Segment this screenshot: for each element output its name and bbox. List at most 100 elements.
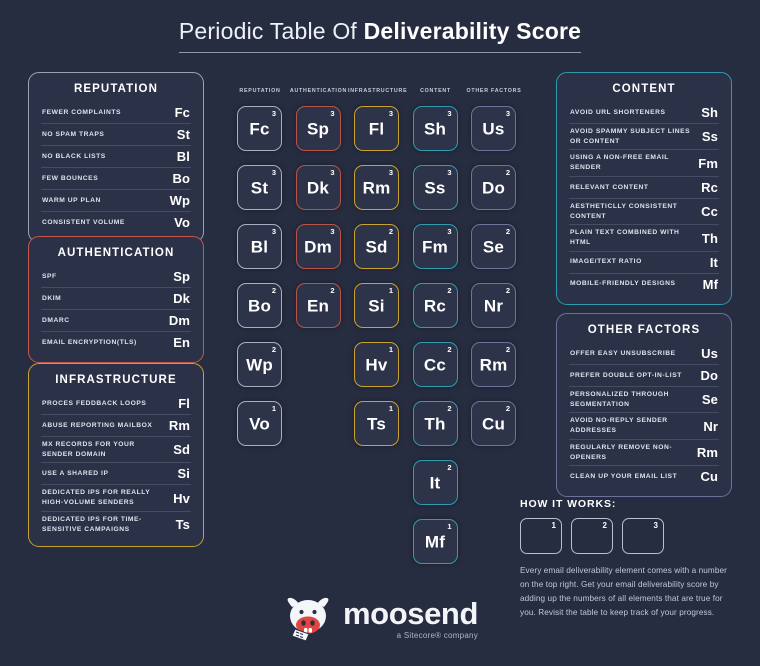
how-it-works-box-number: 1 (551, 521, 556, 530)
element-symbol: Sh (423, 118, 447, 138)
element-tile-sh[interactable]: 3 Sh (412, 106, 458, 151)
how-it-works-boxes: 1 2 3 (520, 518, 738, 554)
element-tile-us[interactable]: 3 Us (471, 106, 516, 151)
element-score: 2 (505, 286, 510, 295)
element-tile-se[interactable]: 2 Se (471, 224, 516, 269)
element-tile-ts[interactable]: 1 Ts (354, 401, 399, 446)
panel-row-symbol: Hv (173, 490, 190, 506)
element-tile-fc[interactable]: 3 Fc (237, 106, 282, 151)
element-symbol: Vo (249, 413, 270, 433)
element-symbol: Cu (481, 413, 506, 433)
panel-row-symbol: Wp (169, 193, 190, 208)
how-it-works-box-number: 3 (653, 521, 658, 530)
element-symbol: Se (482, 236, 505, 256)
panel-row: FEWER COMPLAINTS Fc (41, 102, 191, 123)
element-symbol: It (429, 472, 441, 492)
page-title-emphasis: Deliverability Score (363, 18, 582, 44)
element-symbol: Fc (249, 118, 270, 138)
element-symbol: Dm (304, 236, 332, 256)
element-tile-sp[interactable]: 3 Sp (295, 106, 341, 151)
element-tile-cc[interactable]: 2 Cc (412, 342, 458, 387)
logo-wordmark: moosend (343, 596, 478, 631)
column-header-oth: OTHER FACTORS (466, 88, 522, 94)
panel-row-label: DKIM (42, 294, 62, 302)
element-score: 1 (447, 522, 452, 531)
element-symbol: Bl (250, 236, 269, 256)
panel-row-label: DEDICATED IPS FOR REALLY HIGH-VOLUME SEN… (42, 489, 151, 507)
element-score: 3 (271, 168, 276, 177)
column-header-rep: REPUTATION (239, 88, 281, 94)
panel-row-label: MOBILE-FRIENDLY DESIGNS (570, 280, 676, 288)
element-tile-rc[interactable]: 2 Rc (412, 283, 458, 328)
panel-reputation-title: REPUTATION (73, 83, 159, 95)
panel-row-symbol: Rm (696, 445, 718, 461)
panel-row-symbol: En (173, 335, 190, 350)
element-tile-dm[interactable]: 3 Dm (295, 224, 341, 269)
element-symbol: Do (481, 177, 506, 197)
panel-row: FEW BOUNCES Bo (41, 167, 191, 189)
element-score: 2 (447, 286, 452, 295)
panel-row-symbol: Sh (701, 105, 718, 120)
element-tile-si[interactable]: 1 Si (354, 283, 399, 328)
element-tile-rm[interactable]: 2 Rm (471, 342, 516, 387)
column-header-auth: AUTHENTICATION (289, 88, 348, 94)
panel-row-symbol: Bo (172, 171, 190, 186)
element-tile-hv[interactable]: 1 Hv (354, 342, 399, 387)
element-tile-bo[interactable]: 2 Bo (237, 283, 282, 328)
element-tile-sd[interactable]: 2 Sd (354, 224, 399, 269)
panel-row-label: AVOID SPAMMY SUBJECT LINES OR CONTENT (570, 128, 691, 145)
element-symbol: Wp (246, 354, 273, 374)
panel-row-symbol: Fl (178, 396, 190, 411)
element-tile-vo[interactable]: 1 Vo (237, 401, 282, 446)
element-score: 1 (388, 286, 393, 295)
how-it-works-title: HOW IT WORKS: (520, 498, 617, 510)
element-tile-st[interactable]: 3 St (237, 165, 282, 210)
element-score: 1 (271, 404, 276, 413)
column-header-con: CONTENT (420, 88, 451, 94)
panel-reputation-rows: FEWER COMPLAINTS Fc NO SPAM TRAPS St NO BLAC… (41, 102, 191, 233)
panel-row: SPF Sp (41, 266, 191, 287)
element-score: 2 (330, 286, 335, 295)
panel-row-symbol: Do (700, 368, 718, 383)
panel-infrastructure: INFRASTRUCTURE PROCES FEDDBACK LOOPS Fl AB… (28, 363, 204, 548)
element-tile-cu[interactable]: 2 Cu (471, 401, 516, 446)
element-tile-en[interactable]: 2 En (295, 283, 341, 328)
panel-row: AVOID NO-REPLY SENDER ADDRESSES Nr (569, 412, 719, 438)
panel-row-symbol: Vo (174, 215, 190, 230)
panel-reputation: REPUTATION FEWER COMPLAINTS Fc NO SPAM TRA… (28, 72, 204, 243)
panel-row-symbol: It (709, 254, 718, 270)
element-score: 3 (271, 227, 276, 236)
element-symbol: Mf (424, 531, 446, 551)
element-score: 3 (388, 109, 393, 118)
element-tile-it[interactable]: 2 It (412, 460, 458, 505)
panel-row-label: FEW BOUNCES (42, 174, 99, 182)
panel-row-label: FEWER COMPLAINTS (42, 108, 122, 116)
element-tile-th[interactable]: 2 Th (412, 401, 458, 446)
element-tile-nr[interactable]: 2 Nr (471, 283, 516, 328)
element-tile-rm[interactable]: 3 Rm (354, 165, 399, 210)
element-tile-dk[interactable]: 3 Dk (295, 165, 341, 210)
element-score: 3 (505, 109, 510, 118)
element-tile-bl[interactable]: 3 Bl (237, 224, 282, 269)
element-score: 2 (271, 286, 276, 295)
panel-row-symbol: Si (177, 466, 190, 482)
panel-row-label: OFFER EASY UNSUBSCRIBE (570, 349, 676, 357)
element-tile-fm[interactable]: 3 Fm (412, 224, 458, 269)
panel-row: EMAIL ENCRYPTION(TLS) En (41, 331, 191, 353)
panel-row: MOBILE-FRIENDLY DESIGNS Mf (569, 272, 719, 295)
element-score: 3 (388, 168, 393, 177)
panel-other-factors-title: OTHER FACTORS (587, 324, 701, 336)
panel-row: RELEVANT CONTENT Rc (569, 175, 719, 198)
element-tile-fl[interactable]: 3 Fl (354, 106, 399, 151)
element-tile-do[interactable]: 2 Do (471, 165, 516, 210)
panel-row: WARM UP PLAN Wp (41, 189, 191, 211)
panel-row-symbol: Nr (703, 418, 718, 434)
element-tile-mf[interactable]: 1 Mf (412, 519, 458, 564)
element-tile-wp[interactable]: 2 Wp (237, 342, 282, 387)
panel-row: REGULARLY REMOVE NON-OPENERS Rm (569, 438, 719, 465)
panel-row-label: SPF (42, 272, 57, 280)
panel-row-label: PLAIN TEXT COMBINED WITH HTML (570, 229, 680, 247)
element-tile-ss[interactable]: 3 Ss (412, 165, 458, 210)
panel-row-label: PERSONALIZED THROUGH SEGMENTATION (570, 391, 670, 408)
element-score: 2 (447, 345, 452, 354)
